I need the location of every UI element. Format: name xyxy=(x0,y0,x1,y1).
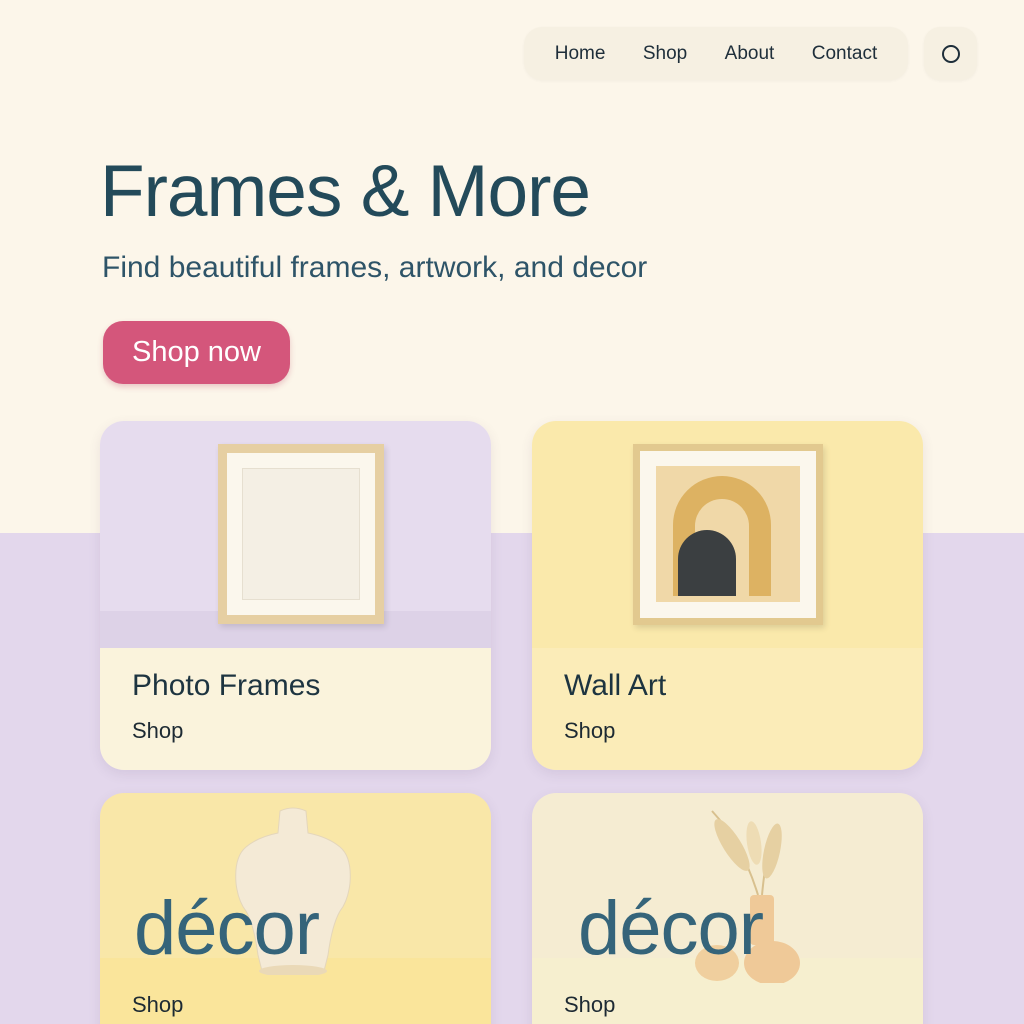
card-shop-link[interactable]: Shop xyxy=(564,992,615,1018)
card-title: Photo Frames xyxy=(132,669,321,702)
card-shop-link[interactable]: Shop xyxy=(132,718,183,744)
card-image: décor xyxy=(532,793,923,1024)
card-shop-link[interactable]: Shop xyxy=(564,718,615,744)
card-overlay-text: décor xyxy=(578,886,764,971)
account-button[interactable] xyxy=(924,27,977,80)
nav-home[interactable]: Home xyxy=(555,43,606,65)
card-title: Wall Art xyxy=(564,669,667,702)
category-card-decor-vase[interactable]: décor Shop xyxy=(532,793,923,1024)
nav-contact[interactable]: Contact xyxy=(812,43,877,65)
nav-about[interactable]: About xyxy=(725,43,775,65)
circle-icon xyxy=(941,44,960,63)
card-image: décor xyxy=(100,793,491,1024)
main-nav: Home Shop About Contact xyxy=(524,27,908,80)
category-card-photo-frames[interactable]: Photo Frames Shop xyxy=(100,421,491,770)
shop-now-button[interactable]: Shop now xyxy=(103,321,290,384)
page-title: Frames & More xyxy=(100,151,591,232)
card-body xyxy=(532,648,923,770)
card-overlay-text: décor xyxy=(134,886,320,971)
category-card-wall-art[interactable]: Wall Art Shop xyxy=(532,421,923,770)
category-card-decor-bust[interactable]: décor Shop xyxy=(100,793,491,1024)
card-body xyxy=(100,648,491,770)
card-image xyxy=(532,421,923,648)
nav-shop[interactable]: Shop xyxy=(643,43,687,65)
photo-frame-image xyxy=(218,444,384,624)
card-shop-link[interactable]: Shop xyxy=(132,992,183,1018)
hero-subtitle: Find beautiful frames, artwork, and deco… xyxy=(102,251,648,284)
card-image xyxy=(100,421,491,648)
wall-art-image xyxy=(633,444,823,625)
